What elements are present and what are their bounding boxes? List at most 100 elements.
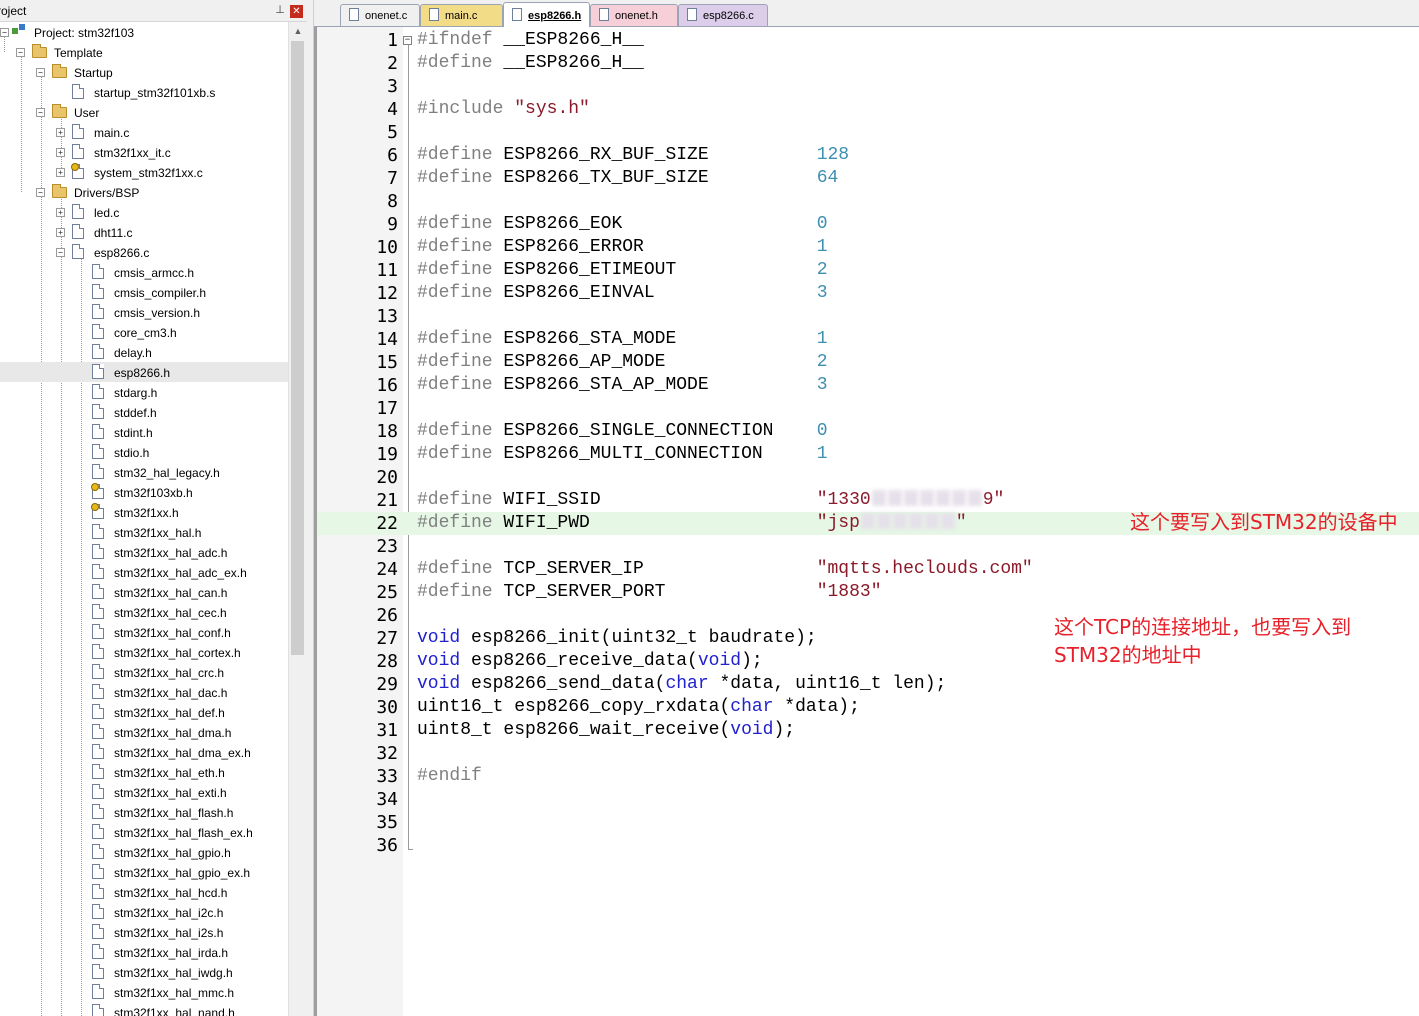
tab-esp8266-h[interactable]: esp8266.h [503, 2, 590, 27]
tree-item[interactable]: startup_stm32f101xb.s [0, 82, 288, 102]
file-icon [92, 384, 104, 399]
file-icon [92, 264, 104, 279]
collapse-icon[interactable]: − [36, 68, 45, 77]
tree-item[interactable]: stm32f1xx_hal_hcd.h [0, 882, 288, 902]
line-number: 24 [376, 559, 398, 580]
tree-item[interactable]: stm32f1xx_hal_conf.h [0, 622, 288, 642]
tree-item[interactable]: stm32f1xx_hal_cortex.h [0, 642, 288, 662]
tree-item-label: stm32f1xx_hal_gpio.h [114, 846, 231, 860]
tree-item[interactable]: cmsis_compiler.h [0, 282, 288, 302]
tree-item[interactable]: stm32f1xx_hal_eth.h [0, 762, 288, 782]
tree-item[interactable]: stdint.h [0, 422, 288, 442]
tree-item[interactable]: stm32f1xx_hal_crc.h [0, 662, 288, 682]
tree-item[interactable]: stm32f1xx_hal_gpio_ex.h [0, 862, 288, 882]
tree-item[interactable]: stdio.h [0, 442, 288, 462]
scroll-up-arrow-icon[interactable]: ▲ [289, 22, 307, 40]
expand-icon[interactable]: + [56, 228, 65, 237]
tree-item[interactable]: stm32f103xb.h [0, 482, 288, 502]
expand-icon[interactable]: + [56, 208, 65, 217]
tree-item[interactable]: + led.c [0, 202, 288, 222]
file-icon [92, 644, 104, 659]
tree-item[interactable]: cmsis_version.h [0, 302, 288, 322]
redacted-mask [860, 513, 875, 529]
tree-item[interactable]: stm32f1xx_hal_flash_ex.h [0, 822, 288, 842]
tree-item[interactable]: + stm32f1xx_it.c [0, 142, 288, 162]
number-token: 2 [816, 352, 828, 372]
tab-main-c[interactable]: main.c [420, 4, 503, 26]
tree-item[interactable]: stm32f1xx_hal_irda.h [0, 942, 288, 962]
tree-item[interactable]: + main.c [0, 122, 288, 142]
tree-item[interactable]: stm32f1xx_hal_cec.h [0, 602, 288, 622]
expand-icon[interactable]: + [56, 128, 65, 137]
tree-item[interactable]: stm32f1xx_hal_exti.h [0, 782, 288, 802]
tree-item-label: stm32f1xx_hal_dma.h [114, 726, 232, 740]
tree-item[interactable]: − esp8266.c [0, 242, 288, 262]
preprocessor-token: #define [417, 168, 493, 188]
tree-item[interactable]: core_cm3.h [0, 322, 288, 342]
tree-item[interactable]: stm32f1xx_hal_gpio.h [0, 842, 288, 862]
project-icon [12, 24, 28, 38]
code-token: esp8266_send_data( [460, 674, 666, 694]
expand-icon[interactable]: + [56, 168, 65, 177]
pin-icon[interactable]: ⊥ [275, 4, 285, 16]
keyword-token: char [730, 697, 774, 717]
collapse-icon[interactable]: − [16, 48, 25, 57]
collapse-icon[interactable]: − [36, 188, 45, 197]
tree-item[interactable]: stdarg.h [0, 382, 288, 402]
code-text: #define WIFI_PWD "jsp " [417, 512, 967, 535]
code-line: 8 [317, 190, 1419, 213]
tree-item[interactable]: − Startup [0, 62, 288, 82]
collapse-icon[interactable]: − [0, 28, 9, 37]
tree-item[interactable]: − Drivers/BSP [0, 182, 288, 202]
tree-item[interactable]: + dht11.c [0, 222, 288, 242]
tree-item[interactable]: stm32f1xx_hal_dma.h [0, 722, 288, 742]
collapse-icon[interactable]: − [36, 108, 45, 117]
close-panel-button[interactable]: ✕ [290, 5, 303, 18]
preprocessor-token: #ifndef [417, 30, 493, 50]
tree-item[interactable]: stm32f1xx_hal_can.h [0, 582, 288, 602]
tab-onenet-h[interactable]: onenet.h [590, 4, 678, 26]
tree-item[interactable]: stm32f1xx_hal_def.h [0, 702, 288, 722]
tree-item[interactable]: delay.h [0, 342, 288, 362]
tree-item[interactable]: stm32_hal_legacy.h [0, 462, 288, 482]
tree-item[interactable]: stm32f1xx_hal_dma_ex.h [0, 742, 288, 762]
tree-item[interactable]: stm32f1xx_hal.h [0, 522, 288, 542]
project-panel-scrollbar[interactable]: ▲ [288, 22, 307, 1016]
tree-item[interactable]: − Project: stm32f103 [0, 22, 288, 42]
scroll-thumb[interactable] [291, 41, 304, 655]
tree-item[interactable]: stm32f1xx_hal_flash.h [0, 802, 288, 822]
file-icon [92, 904, 104, 919]
code-text: uint16_t esp8266_copy_rxdata(char *data)… [417, 696, 860, 719]
tree-item[interactable]: stm32f1xx_hal_i2c.h [0, 902, 288, 922]
tree-item[interactable]: stm32f1xx_hal_i2s.h [0, 922, 288, 942]
tree-item[interactable]: stm32f1xx.h [0, 502, 288, 522]
tree-item[interactable]: stm32f1xx_hal_adc_ex.h [0, 562, 288, 582]
panel-splitter[interactable] [307, 0, 314, 1016]
tab-onenet-c[interactable]: onenet.c [340, 4, 420, 26]
preprocessor-token: #define [417, 513, 493, 533]
tree-item[interactable]: cmsis_armcc.h [0, 262, 288, 282]
code-token: ESP8266_TX_BUF_SIZE [492, 168, 817, 188]
tree-item[interactable]: + system_stm32f1xx.c [0, 162, 288, 182]
expand-icon[interactable]: + [56, 148, 65, 157]
code-token: ESP8266_EINVAL [492, 283, 817, 303]
tree-item[interactable]: esp8266.h [0, 362, 288, 382]
tree-item[interactable]: stm32f1xx_hal_dac.h [0, 682, 288, 702]
preprocessor-token: #endif [417, 766, 482, 786]
line-number: 2 [387, 53, 398, 74]
tree-item-label: stm32f1xx_hal_gpio_ex.h [114, 866, 251, 880]
fold-collapse-icon[interactable]: − [403, 36, 412, 45]
tree-item[interactable]: stm32f1xx_hal_adc.h [0, 542, 288, 562]
tab-esp8266-c[interactable]: esp8266.c [678, 4, 768, 26]
code-token: __ESP8266_H__ [492, 30, 644, 50]
code-line: 35 [317, 811, 1419, 834]
tree-item[interactable]: stm32f1xx_hal_nand.h [0, 1002, 288, 1016]
tree-item-label: stm32f1xx_it.c [94, 146, 171, 160]
tree-item[interactable]: stm32f1xx_hal_mmc.h [0, 982, 288, 1002]
tree-item[interactable]: stddef.h [0, 402, 288, 422]
tree-item[interactable]: − User [0, 102, 288, 122]
tree-item[interactable]: stm32f1xx_hal_iwdg.h [0, 962, 288, 982]
collapse-icon[interactable]: − [56, 248, 65, 257]
tree-item[interactable]: − Template [0, 42, 288, 62]
tree-item-label: stm32f1xx_hal_can.h [114, 586, 228, 600]
